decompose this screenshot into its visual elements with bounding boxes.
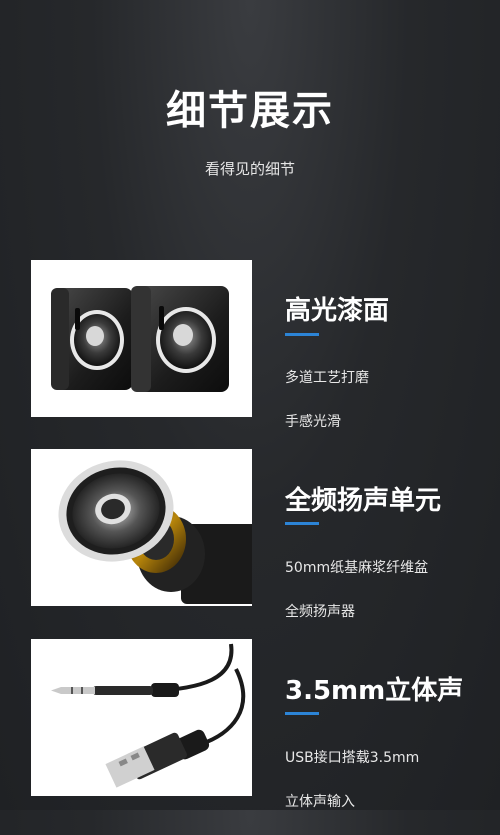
speakers-image <box>31 260 252 417</box>
feature-desc-line: 50mm纸基麻浆纤维盆 <box>285 560 429 576</box>
feature-title-driver: 全频扬声单元 <box>285 486 442 516</box>
feature-title-gloss: 高光漆面 <box>285 296 390 326</box>
cable-image <box>31 639 252 796</box>
accent-bar <box>285 522 319 525</box>
accent-bar <box>285 712 319 715</box>
feature-desc-gloss: 多道工艺打磨 手感光滑 <box>285 345 485 455</box>
feature-title-stereo: 3.5mm立体声 <box>285 676 464 706</box>
accent-bar <box>285 333 319 336</box>
feature-desc-line: 多道工艺打磨 <box>285 370 369 386</box>
feature-desc-driver: 50mm纸基麻浆纤维盆 全频扬声器 <box>285 535 485 645</box>
page-title: 细节展示 <box>166 88 334 134</box>
feature-desc-line: 手感光滑 <box>285 414 341 430</box>
driver-unit-image <box>31 449 252 606</box>
feature-desc-line: USB接口搭载3.5mm <box>285 750 420 766</box>
feature-desc-stereo: USB接口搭载3.5mm 立体声输入 <box>285 725 485 835</box>
feature-desc-line: 全频扬声器 <box>285 604 355 620</box>
page-subtitle: 看得见的细节 <box>204 160 295 178</box>
